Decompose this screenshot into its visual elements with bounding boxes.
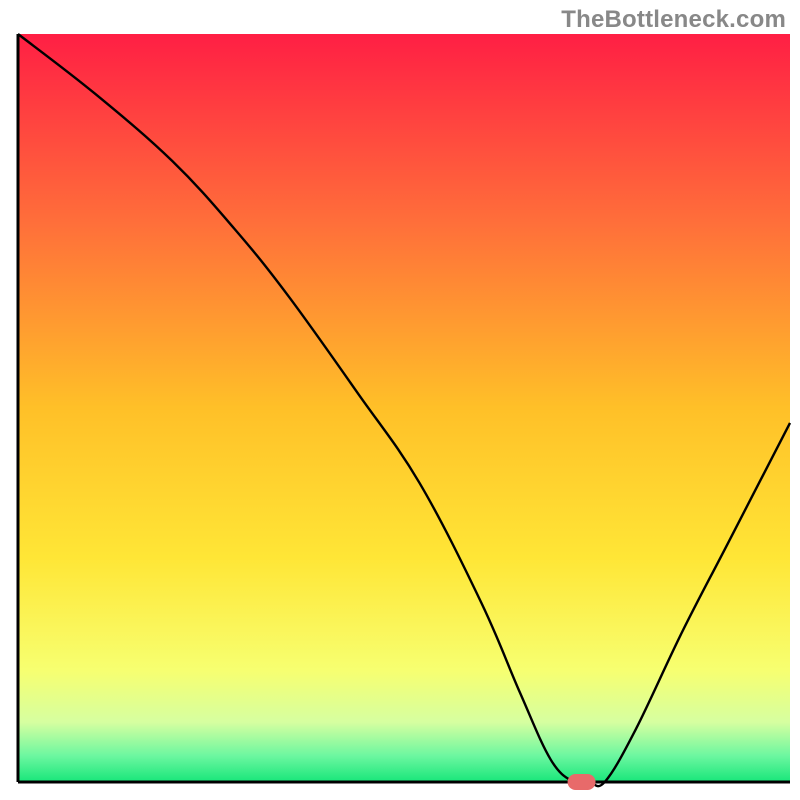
chart-svg <box>0 0 800 800</box>
gradient-background <box>18 34 790 782</box>
optimum-marker <box>568 774 596 790</box>
chart-stage: TheBottleneck.com <box>0 0 800 800</box>
